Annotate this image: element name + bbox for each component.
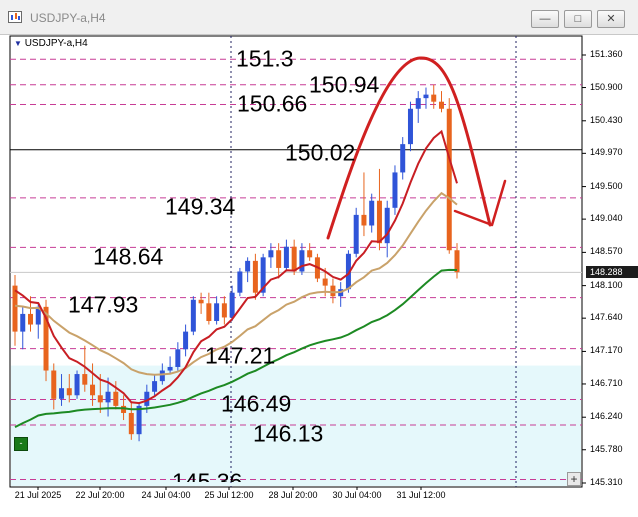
time-axis-label: 28 Jul 20:00 [268,490,318,500]
price-axis-label: 149.970 [590,147,623,158]
price-axis-label: 150.430 [590,114,623,125]
candle-body [369,200,375,226]
price-axis-label: 148.570 [590,246,623,257]
candle-body [167,366,173,371]
price-axis-label: 150.900 [590,81,623,92]
candle-body [183,331,189,350]
candle-body [28,313,34,325]
candle-body [438,101,444,109]
candle-body [245,260,251,272]
time-axis-label: 31 Jul 12:00 [396,490,446,500]
candle-body [237,271,243,293]
candle-body [97,395,103,403]
level-annotation: 147.93 [68,291,139,318]
candle-body [454,250,460,273]
candle-body [229,292,235,318]
candle-body [400,144,406,173]
candle-body [283,246,289,268]
price-axis-label: 151.360 [590,49,623,59]
candle-body [446,108,452,251]
candle-body [198,299,204,304]
candle-body [113,391,119,406]
indicator-marker[interactable]: - [14,437,28,451]
price-axis-label: 148.100 [590,279,623,290]
candle-body [190,299,196,332]
price-axis-label: 146.710 [590,377,623,388]
candle-body [330,285,336,297]
candle-body [152,381,158,392]
candle-body [376,200,382,244]
time-axis-label: 22 Jul 20:00 [75,490,125,500]
level-annotation: 150.02 [285,139,356,166]
level-annotation: 146.13 [253,420,324,447]
candle-body [384,207,390,244]
candle-body [51,370,57,399]
candle-body [159,370,165,382]
candle-body [423,94,429,99]
candle-body [20,313,26,332]
price-axis-label: 149.500 [590,180,623,191]
price-axis-label: 146.240 [590,411,623,422]
candle-body [221,303,227,318]
candle-body [175,349,181,367]
candle-body [82,374,88,385]
candle-body [291,246,297,272]
candle-body [136,405,142,435]
level-annotation: 150.66 [237,90,308,117]
level-annotation: 146.49 [221,390,292,417]
candle-body [74,374,80,396]
candle-body [307,250,313,258]
candle-body [214,303,220,321]
price-axis-label: 149.040 [590,213,623,224]
candle-body [206,303,212,321]
price-axis-label: 147.640 [590,312,623,323]
candle-body [361,214,367,226]
chart-symbol-label: ▼ USDJPY-a,H4 [14,38,88,49]
candle-body [252,260,258,293]
price-axis-label: 145.780 [590,443,623,454]
candle-body [268,250,274,258]
level-annotation: 147.21 [205,342,276,369]
level-annotation: 148.64 [93,243,164,270]
time-axis-label: 24 Jul 04:00 [141,490,191,500]
candle-body [392,172,398,208]
price-axis-label: 147.170 [590,345,623,356]
candle-body [276,250,282,268]
price-axis-label: 145.310 [590,477,623,487]
candle-body [105,391,111,403]
candle-body [66,388,72,396]
level-annotation: 150.94 [309,71,380,98]
candle-body [299,250,305,272]
time-axis-label: 21 Jul 2025 [14,490,62,500]
candle-body [407,108,413,145]
level-annotation: 151.3 [236,45,294,72]
current-price-badge: 148.288 [586,266,638,279]
zoom-plus-button[interactable]: + [567,472,581,486]
candle-body [128,412,134,435]
candle-body [322,278,328,286]
time-axis-label: 25 Jul 12:00 [204,490,254,500]
dropdown-triangle-icon: ▼ [14,39,22,48]
candle-body [90,384,96,396]
symbol-text: USDJPY-a,H4 [24,38,88,49]
time-axis-label: 30 Jul 04:00 [332,490,382,500]
candle-body [415,98,421,109]
candle-body [59,388,65,399]
level-annotation: 149.34 [165,193,236,220]
candle-body [431,94,437,102]
candle-body [353,214,359,254]
